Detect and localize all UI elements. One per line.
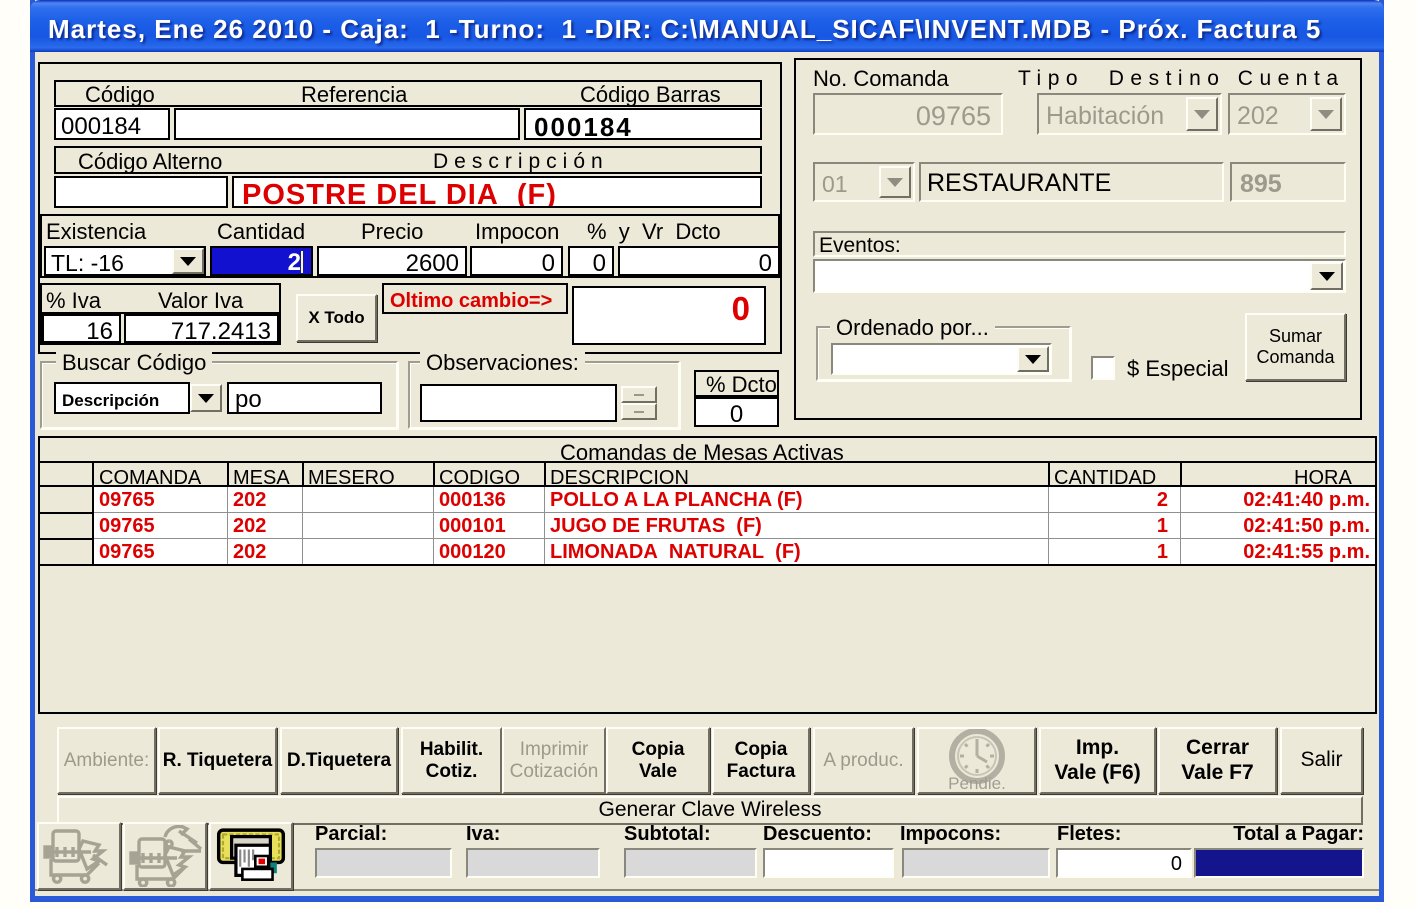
svg-text:Pendie.: Pendie. [948, 774, 1006, 793]
